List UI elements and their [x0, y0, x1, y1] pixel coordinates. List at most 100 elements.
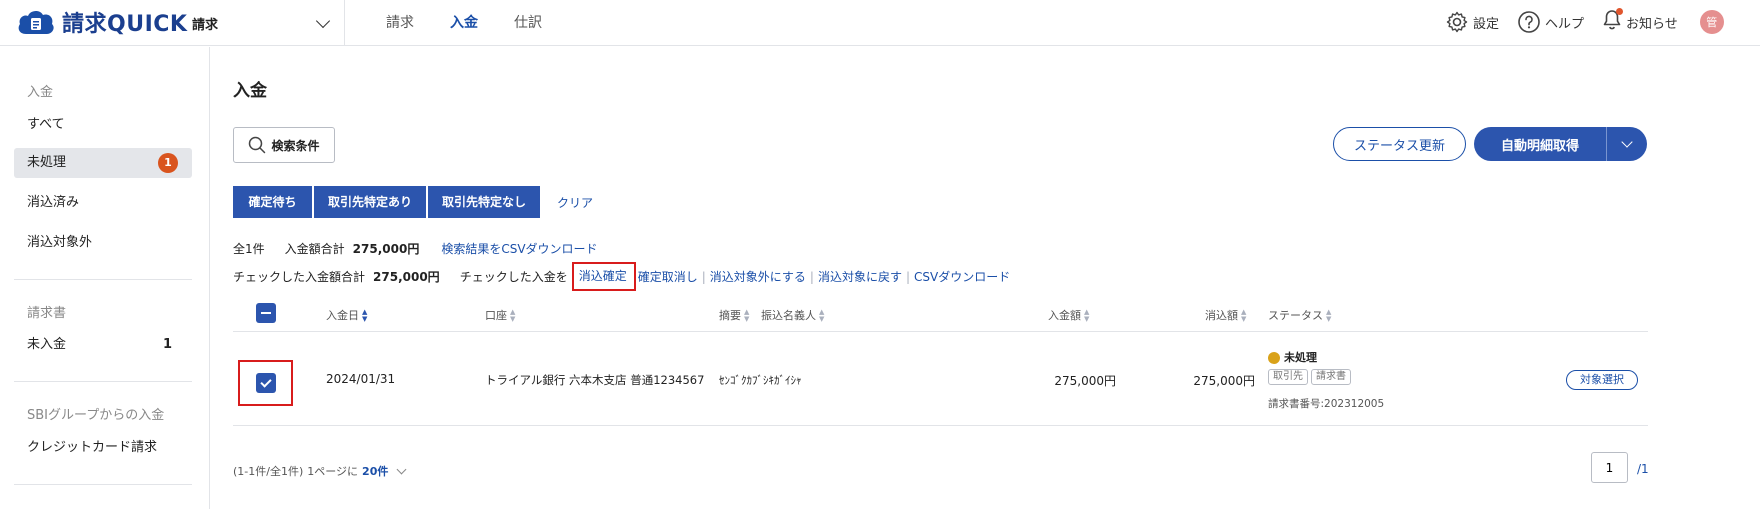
sidebar-section-invoice: 請求書: [27, 306, 67, 321]
settings-label: 設定: [1473, 16, 1500, 32]
sidebar-item-unprocessed[interactable]: 未処理 1: [14, 148, 192, 178]
confirm-clearing-link[interactable]: 消込確定: [579, 269, 627, 283]
clear-link[interactable]: クリア: [557, 194, 593, 211]
pagination-range: (1-1件/全1件): [233, 465, 304, 478]
sidebar-item-label: すべて: [27, 117, 65, 132]
row-checkbox[interactable]: [255, 373, 276, 393]
csv-search-download-link[interactable]: 検索結果をCSVダウンロード: [441, 240, 597, 257]
sidebar-item-credit-card[interactable]: クレジットカード請求: [14, 433, 192, 463]
tag-invoice: 請求書: [1311, 369, 1351, 385]
logo-text: 請求QUICK: [62, 12, 188, 37]
sidebar-divider: [14, 484, 192, 485]
col-account[interactable]: 口座 ▲ ▼: [485, 307, 515, 323]
product-select-label: 請求: [192, 17, 219, 33]
col-date-label: 入金日: [326, 309, 359, 322]
separator: |: [701, 269, 706, 284]
cancel-confirmation-link[interactable]: 確定取消し: [638, 268, 698, 285]
settings-button[interactable]: 設定: [1445, 10, 1499, 34]
header-actions: 設定 ヘルプ お知らせ 管: [1445, 8, 1724, 35]
filter-tabs: 確定待ち 取引先特定あり 取引先特定なし: [233, 186, 540, 218]
nav-item-payment[interactable]: 入金: [432, 0, 496, 46]
chevron-down-icon[interactable]: [396, 464, 407, 474]
search-conditions-button[interactable]: 検索条件: [233, 127, 335, 163]
status-tags: 取引先 請求書: [1268, 368, 1354, 385]
tab-partner-identified[interactable]: 取引先特定あり: [314, 186, 426, 218]
sidebar-item-all[interactable]: すべて: [14, 110, 192, 140]
search-conditions-label: 検索条件: [271, 138, 320, 153]
col-amount[interactable]: 入金額 ▲ ▼: [1048, 307, 1089, 323]
app-header: 請求QUICK 請求 請求 入金 仕訳 設定 ヘルプ お知らせ 管: [0, 0, 1760, 46]
tab-pending-confirmation[interactable]: 確定待ち: [233, 186, 312, 218]
checked-action-label: チェックした入金を: [459, 270, 568, 284]
col-amount-label: 入金額: [1048, 309, 1081, 322]
col-memo-label: 摘要: [719, 309, 741, 322]
csv-download-link[interactable]: CSVダウンロード: [914, 268, 1010, 285]
page-title: 入金: [233, 81, 267, 101]
table-row[interactable]: 2024/01/31 トライアル銀行 六本木支店 普通1234567 ｾﾝｺﾞｸ…: [233, 332, 1648, 426]
sidebar-item-cleared[interactable]: 消込済み: [14, 188, 192, 218]
sidebar-item-count: 1: [162, 337, 172, 352]
page-number-input[interactable]: [1591, 452, 1628, 483]
sidebar-item-label: 未入金: [27, 337, 67, 352]
product-select[interactable]: 請求: [192, 12, 332, 34]
auto-fetch-button[interactable]: 自動明細取得: [1474, 127, 1647, 161]
status-update-button[interactable]: ステータス更新: [1333, 127, 1466, 161]
sidebar-section-payment: 入金: [27, 85, 54, 100]
sidebar-item-label: 消込済み: [27, 195, 80, 210]
sidebar-divider: [14, 381, 192, 382]
sidebar-item-excluded[interactable]: 消込対象外: [14, 228, 192, 258]
cell-date: 2024/01/31: [326, 372, 396, 386]
help-button[interactable]: ヘルプ: [1517, 10, 1584, 34]
sidebar-item-unpaid[interactable]: 未入金 1: [14, 330, 192, 360]
col-status-label: ステータス: [1268, 309, 1323, 322]
col-cleared[interactable]: 消込額 ▲ ▼: [1205, 307, 1246, 323]
status-label: 未処理: [1284, 351, 1317, 364]
cell-status: 未処理: [1268, 349, 1317, 365]
col-memo[interactable]: 摘要 ▲ ▼: [719, 307, 749, 323]
help-icon: [1518, 11, 1540, 33]
pagination-info: (1-1件/全1件) 1ページに 20件: [233, 463, 407, 479]
notifications-label: お知らせ: [1626, 16, 1678, 32]
col-date[interactable]: 入金日 ▲ ▼: [326, 307, 367, 323]
separator: |: [809, 269, 814, 284]
table-header: 入金日 ▲ ▼ 口座 ▲ ▼ 摘要 ▲ ▼ 振込名義人 ▲ ▼ 入金額 ▲ ▼ 消込額 ▲ ▼ ステータ…: [233, 296, 1648, 332]
header-divider: [344, 0, 345, 46]
cell-payer: ｾﾝｺﾞｸｶﾌﾞｼｷｶﾞｲｼｬ: [719, 374, 802, 387]
select-target-button[interactable]: 対象選択: [1566, 370, 1638, 390]
gear-icon: [1446, 11, 1468, 33]
auto-fetch-label: 自動明細取得: [1500, 138, 1579, 154]
search-icon: [249, 136, 266, 154]
per-page-select[interactable]: 20件: [362, 463, 388, 479]
sort-icon: ▲ ▼: [1326, 308, 1332, 323]
count-badge: 1: [158, 153, 178, 173]
separator: |: [905, 269, 911, 284]
col-payer[interactable]: 振込名義人 ▲ ▼: [761, 307, 824, 323]
nav-item-invoice[interactable]: 請求: [368, 0, 432, 46]
checked-total-label: チェックした入金額合計: [233, 270, 366, 284]
exclude-clearing-link[interactable]: 消込対象外にする: [710, 268, 806, 285]
restore-clearing-link[interactable]: 消込対象に戻す: [818, 268, 902, 285]
total-amount-label: 入金額合計: [284, 242, 345, 256]
col-cleared-label: 消込額: [1205, 309, 1238, 322]
select-all-checkbox[interactable]: [256, 303, 276, 323]
sidebar-section-sbi: SBIグループからの入金: [27, 408, 165, 423]
nav-item-journal[interactable]: 仕訳: [496, 0, 560, 46]
sidebar-item-label: 未処理: [27, 155, 67, 170]
col-status[interactable]: ステータス ▲ ▼: [1268, 307, 1331, 323]
notifications-button[interactable]: お知らせ: [1602, 8, 1678, 35]
avatar[interactable]: 管: [1699, 10, 1724, 34]
tag-partner: 取引先: [1268, 369, 1308, 385]
cloud-logo-icon: [18, 10, 54, 34]
sort-asc-icon: ▲ ▼: [362, 308, 368, 323]
sort-icon: ▲ ▼: [510, 308, 516, 323]
chevron-down-icon: [315, 13, 331, 28]
logo[interactable]: 請求QUICK: [16, 6, 187, 38]
auto-fetch-menu-toggle[interactable]: [1607, 136, 1647, 148]
total-count: 全1件: [233, 242, 265, 256]
page-total: /1: [1637, 462, 1649, 476]
cell-amount: 275,000円: [1054, 374, 1116, 388]
summary-row: 全1件 入金額合計 275,000円 検索結果をCSVダウンロード: [233, 240, 598, 257]
sort-icon: ▲ ▼: [819, 308, 825, 323]
help-label: ヘルプ: [1545, 16, 1585, 32]
tab-partner-unidentified[interactable]: 取引先特定なし: [428, 186, 540, 218]
